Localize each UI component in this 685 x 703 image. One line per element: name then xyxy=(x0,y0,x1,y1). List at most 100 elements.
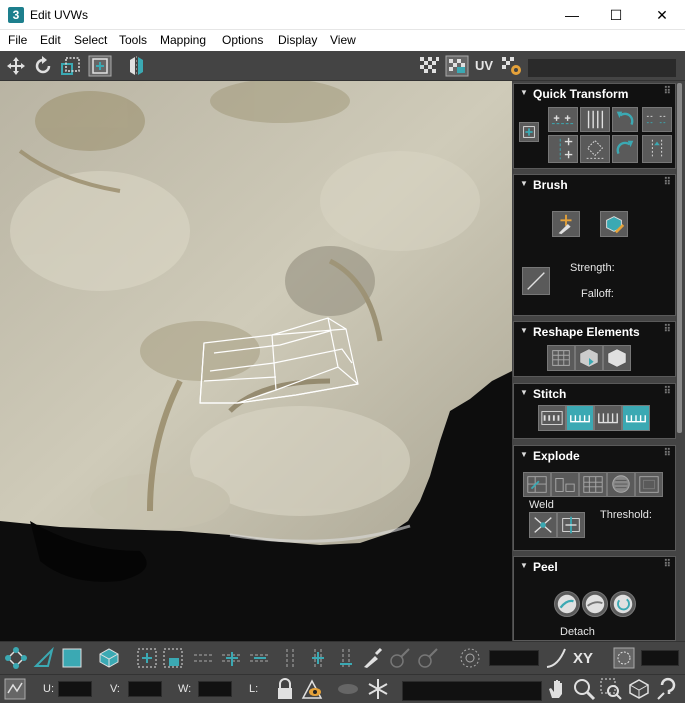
weld-selected-button[interactable] xyxy=(529,512,557,538)
flatten-button[interactable] xyxy=(579,472,607,497)
hide-icon[interactable] xyxy=(336,677,360,701)
rotate-icon[interactable] xyxy=(31,55,55,77)
flatten-by-smoothing-button[interactable] xyxy=(635,472,663,497)
menu-tools[interactable]: Tools xyxy=(119,33,147,47)
help-icon[interactable] xyxy=(656,677,680,701)
loop-select-icon[interactable] xyxy=(192,646,216,670)
loop-shrink-icon[interactable] xyxy=(248,646,272,670)
space-vertical-button[interactable] xyxy=(642,135,672,163)
checker-pattern-icon[interactable] xyxy=(445,55,469,77)
close-button[interactable]: ✕ xyxy=(639,0,685,30)
lock-icon[interactable] xyxy=(273,677,297,701)
toolbar-input[interactable] xyxy=(528,59,676,77)
straighten-button[interactable] xyxy=(580,135,610,163)
straighten-selection-button[interactable] xyxy=(547,345,575,371)
falloff-curve-icon[interactable] xyxy=(544,646,568,670)
rotate-ccw-button[interactable] xyxy=(612,107,638,132)
align-horizontal-button[interactable] xyxy=(548,107,578,132)
detach-edge-button[interactable] xyxy=(551,472,579,497)
soft-selection-icon[interactable] xyxy=(458,646,482,670)
menu-options[interactable]: Options xyxy=(222,33,263,47)
ring-select-icon[interactable] xyxy=(278,646,302,670)
paint-shrink-icon[interactable] xyxy=(416,646,440,670)
stitch-header[interactable]: ▼ Stitch ⠿ xyxy=(514,384,675,402)
grip-icon: ⠿ xyxy=(663,559,671,570)
filter-selected-icon[interactable] xyxy=(300,677,324,701)
menu-edit[interactable]: Edit xyxy=(40,33,61,47)
explode-header[interactable]: ▼ Explode ⠿ xyxy=(514,446,675,464)
mirror-icon[interactable] xyxy=(124,55,148,77)
align-vertical-button[interactable] xyxy=(642,107,672,132)
quick-transform-title: Quick Transform xyxy=(533,87,629,101)
vertex-select-icon[interactable] xyxy=(4,646,28,670)
falloff-label: Falloff: xyxy=(581,288,614,300)
brush-falloff-button[interactable] xyxy=(522,267,550,295)
ring-grow-icon[interactable] xyxy=(306,646,330,670)
falloff-distance-input[interactable] xyxy=(641,650,679,666)
weld-label: Weld xyxy=(529,499,554,511)
paint-relax-button[interactable] xyxy=(600,211,628,237)
quick-peel-button[interactable] xyxy=(554,591,580,617)
freeze-icon[interactable] xyxy=(366,677,390,701)
falloff-space-icon[interactable] xyxy=(612,646,636,670)
align-vertical-center-button[interactable] xyxy=(548,135,578,163)
stitch-custom-button[interactable] xyxy=(538,405,566,431)
minimize-button[interactable]: — xyxy=(549,0,595,30)
app-icon: 3 xyxy=(8,7,24,23)
zoom-icon[interactable] xyxy=(572,677,596,701)
rotate-cw-button[interactable] xyxy=(612,135,638,163)
uv-viewport[interactable] xyxy=(0,81,512,641)
freeform-icon[interactable] xyxy=(88,55,112,77)
soft-selection-falloff-input[interactable] xyxy=(489,650,539,666)
menu-display[interactable]: Display xyxy=(278,33,317,47)
pan-icon[interactable] xyxy=(545,677,569,701)
zoom-region-icon[interactable] xyxy=(599,677,623,701)
relax-button[interactable] xyxy=(575,345,603,371)
ring-shrink-icon[interactable] xyxy=(334,646,358,670)
absolute-mode-icon[interactable] xyxy=(3,677,27,701)
panel-scrollbar[interactable] xyxy=(677,83,682,433)
peel-header[interactable]: ▼ Peel ⠿ xyxy=(514,557,675,575)
v-input[interactable] xyxy=(128,681,162,697)
w-input[interactable] xyxy=(198,681,232,697)
reshape-header[interactable]: ▼ Reshape Elements ⠿ xyxy=(514,322,675,340)
element-id-input[interactable] xyxy=(402,681,542,701)
stitch-to-target-button[interactable] xyxy=(566,405,594,431)
peel-mode-button[interactable] xyxy=(582,591,608,617)
edge-select-icon[interactable] xyxy=(32,646,56,670)
menu-select[interactable]: Select xyxy=(74,33,107,47)
flatten-by-material-button[interactable] xyxy=(607,472,635,497)
settings-icon[interactable] xyxy=(500,55,524,77)
uv-toggle[interactable]: UV xyxy=(475,58,493,73)
grow-selection-icon[interactable] xyxy=(135,646,159,670)
stitch-to-source-button[interactable] xyxy=(622,405,650,431)
zoom-extents-icon[interactable] xyxy=(627,677,651,701)
shrink-selection-icon[interactable] xyxy=(161,646,185,670)
u-input[interactable] xyxy=(58,681,92,697)
face-select-icon[interactable] xyxy=(60,646,84,670)
pivot-button[interactable] xyxy=(519,122,539,142)
scale-icon[interactable] xyxy=(58,55,82,77)
menu-file[interactable]: File xyxy=(8,33,27,47)
stitch-average-button[interactable] xyxy=(594,405,622,431)
reset-peel-button[interactable] xyxy=(610,591,636,617)
element-select-icon[interactable] xyxy=(97,646,121,670)
weld-target-button[interactable] xyxy=(557,512,585,538)
move-icon[interactable] xyxy=(4,55,28,77)
checker-icon[interactable] xyxy=(417,55,441,77)
maximize-button[interactable]: ☐ xyxy=(593,0,639,30)
paint-move-button[interactable] xyxy=(552,211,580,237)
texture-canvas[interactable] xyxy=(0,81,512,641)
break-button[interactable] xyxy=(523,472,551,497)
stitch-element-button[interactable] xyxy=(603,345,631,371)
space-horizontal-button[interactable] xyxy=(580,107,610,132)
loop-grow-icon[interactable] xyxy=(220,646,244,670)
menu-mapping[interactable]: Mapping xyxy=(160,33,206,47)
menu-bar: File Edit Select Tools Mapping Options D… xyxy=(0,30,685,51)
paint-select-icon[interactable] xyxy=(360,646,384,670)
xy-space-toggle[interactable]: XY xyxy=(573,650,593,667)
brush-header[interactable]: ▼ Brush ⠿ xyxy=(514,175,675,193)
menu-view[interactable]: View xyxy=(330,33,356,47)
paint-grow-icon[interactable] xyxy=(388,646,412,670)
quick-transform-header[interactable]: ▼ Quick Transform ⠿ xyxy=(514,84,675,102)
